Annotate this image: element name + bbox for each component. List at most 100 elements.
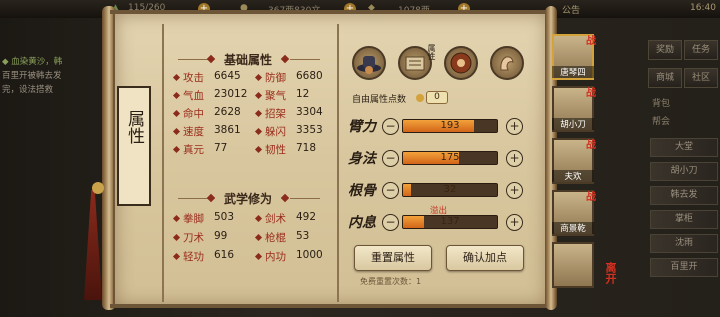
- section-line-left: [178, 198, 208, 199]
- portrait-name: 唐琴四: [552, 66, 594, 78]
- stat-value: 77: [214, 142, 228, 154]
- battle-badge: 战: [586, 140, 596, 151]
- free-points-label: 自由属性点数: [352, 95, 407, 105]
- stat-label: 攻击: [183, 72, 204, 84]
- stat-value: 3304: [296, 106, 323, 118]
- section-line-right: [290, 198, 320, 199]
- stat-label: 命中: [183, 108, 204, 120]
- section-line-left: [178, 59, 208, 60]
- stat-label: 聚气: [265, 90, 286, 102]
- stat-value: 2628: [214, 106, 241, 118]
- reset-count: 免费重置次数：1: [360, 277, 422, 286]
- stat-value: 6680: [296, 70, 323, 82]
- stat-value: 616: [214, 249, 235, 261]
- shop-button[interactable]: 商城: [648, 68, 682, 88]
- bar-label: 根骨: [348, 183, 376, 199]
- decrease-agility-button[interactable]: −: [382, 150, 399, 167]
- stat-value: 492: [296, 211, 317, 223]
- community-button[interactable]: 社区: [684, 68, 718, 88]
- portrait[interactable]: [552, 242, 594, 288]
- bar-value: 175: [440, 152, 460, 163]
- basic-section-title: 基础属性: [223, 53, 272, 67]
- stat-value: 1000: [296, 249, 323, 261]
- guild-label[interactable]: 帮会: [652, 114, 670, 127]
- battle-badge: 战: [586, 36, 596, 47]
- battle-badge: 战: [586, 88, 596, 99]
- reward-button[interactable]: 奖励: [648, 40, 682, 60]
- bar-value: 193: [440, 120, 460, 131]
- panel-bottom-edge: [110, 304, 552, 308]
- stat-value: 3861: [214, 124, 241, 136]
- bar-label: 臂力: [348, 119, 376, 135]
- icon-badge: 属性: [427, 44, 436, 60]
- quest-description: 百里开被韩去发 完，设法搭救: [2, 71, 62, 95]
- team-item-shen[interactable]: 沈雨: [650, 234, 718, 253]
- panel-top-edge: [110, 10, 552, 14]
- stat-value: 718: [296, 142, 317, 154]
- scroll-title: 属性: [117, 86, 151, 206]
- stat-label: 刀术: [183, 232, 204, 244]
- clock: 16:40: [690, 3, 716, 13]
- tassel-bead: [92, 182, 104, 194]
- stat-label: 防御: [265, 72, 286, 84]
- team-item-han[interactable]: 韩去发: [650, 186, 718, 205]
- increase-strength-button[interactable]: +: [506, 118, 523, 135]
- section-line-right: [290, 59, 320, 60]
- notice-label[interactable]: 公告: [562, 3, 580, 16]
- left-divider: [162, 24, 164, 302]
- bar-label: 内息: [348, 215, 376, 231]
- stat-value: 6645: [214, 70, 241, 82]
- stat-label: 枪棍: [265, 232, 286, 244]
- decrease-breath-button[interactable]: −: [382, 214, 399, 231]
- stat-value: 503: [214, 211, 235, 223]
- hat-icon[interactable]: [352, 46, 386, 80]
- quest-title: ◆ 血染黄沙，韩: [2, 57, 63, 67]
- martial-section-title: 武学修为: [223, 192, 272, 206]
- team-item-hu[interactable]: 胡小刀: [650, 162, 718, 181]
- leave-badge[interactable]: 离开: [602, 262, 618, 284]
- points-coin-icon: [416, 94, 424, 102]
- portrait-name: 胡小刀: [552, 118, 594, 130]
- reset-attributes-button[interactable]: 重置属性: [354, 245, 432, 271]
- bar-label: 身法: [348, 151, 376, 167]
- decrease-constitution-button[interactable]: −: [382, 182, 399, 199]
- muscle-icon[interactable]: [490, 46, 524, 80]
- increase-constitution-button[interactable]: +: [506, 182, 523, 199]
- stat-label: 躲闪: [265, 126, 286, 138]
- stat-value: 3353: [296, 124, 323, 136]
- team-item-baili[interactable]: 百里开: [650, 258, 718, 277]
- free-points-value: 0: [426, 91, 448, 104]
- bag-label[interactable]: 背包: [652, 96, 670, 109]
- decrease-strength-button[interactable]: −: [382, 118, 399, 135]
- battle-badge: 战: [586, 192, 596, 203]
- stat-value: 53: [296, 230, 310, 242]
- stat-value: 99: [214, 230, 228, 242]
- bar-value: 32: [443, 184, 457, 195]
- increase-breath-button[interactable]: +: [506, 214, 523, 231]
- portrait-name: 商景乾: [552, 222, 594, 234]
- stat-label: 气血: [183, 90, 204, 102]
- stat-value: 23012: [214, 88, 248, 100]
- stat-label: 韧性: [265, 144, 286, 156]
- martial-stats-grid: 拳脚 503 剑术 492 刀术 99 枪棍 53 轻功 616 内功 1000: [172, 211, 334, 271]
- stat-label: 剑术: [265, 213, 286, 225]
- task-button[interactable]: 任务: [684, 40, 718, 60]
- scroll-title-text: 属性: [124, 110, 144, 144]
- portrait-name: 夫欢: [552, 170, 594, 182]
- stat-label: 内功: [265, 251, 286, 263]
- stat-label: 轻功: [183, 251, 204, 263]
- basic-stats-grid: 攻击 6645 防御 6680 气血 23012 聚气 12 命中 2628 招…: [172, 70, 334, 170]
- increase-agility-button[interactable]: +: [506, 150, 523, 167]
- stat-label: 招架: [265, 108, 286, 120]
- quest-tracker[interactable]: ◆ 血染黄沙，韩 百里开被韩去发 完，设法搭救: [2, 55, 102, 97]
- party-portraits: 唐琴四 战 胡小刀 战 夫欢 战 商景乾 战: [552, 34, 600, 317]
- stat-label: 真元: [183, 144, 204, 156]
- team-item-manager[interactable]: 掌柜: [650, 210, 718, 229]
- stat-label: 拳脚: [183, 213, 204, 225]
- bar-value: 137: [440, 216, 460, 227]
- team-item-hall[interactable]: 大堂: [650, 138, 718, 157]
- confirm-points-button[interactable]: 确认加点: [446, 245, 524, 271]
- stat-value: 12: [296, 88, 310, 100]
- eye-icon[interactable]: [444, 46, 478, 80]
- mid-divider: [337, 24, 339, 302]
